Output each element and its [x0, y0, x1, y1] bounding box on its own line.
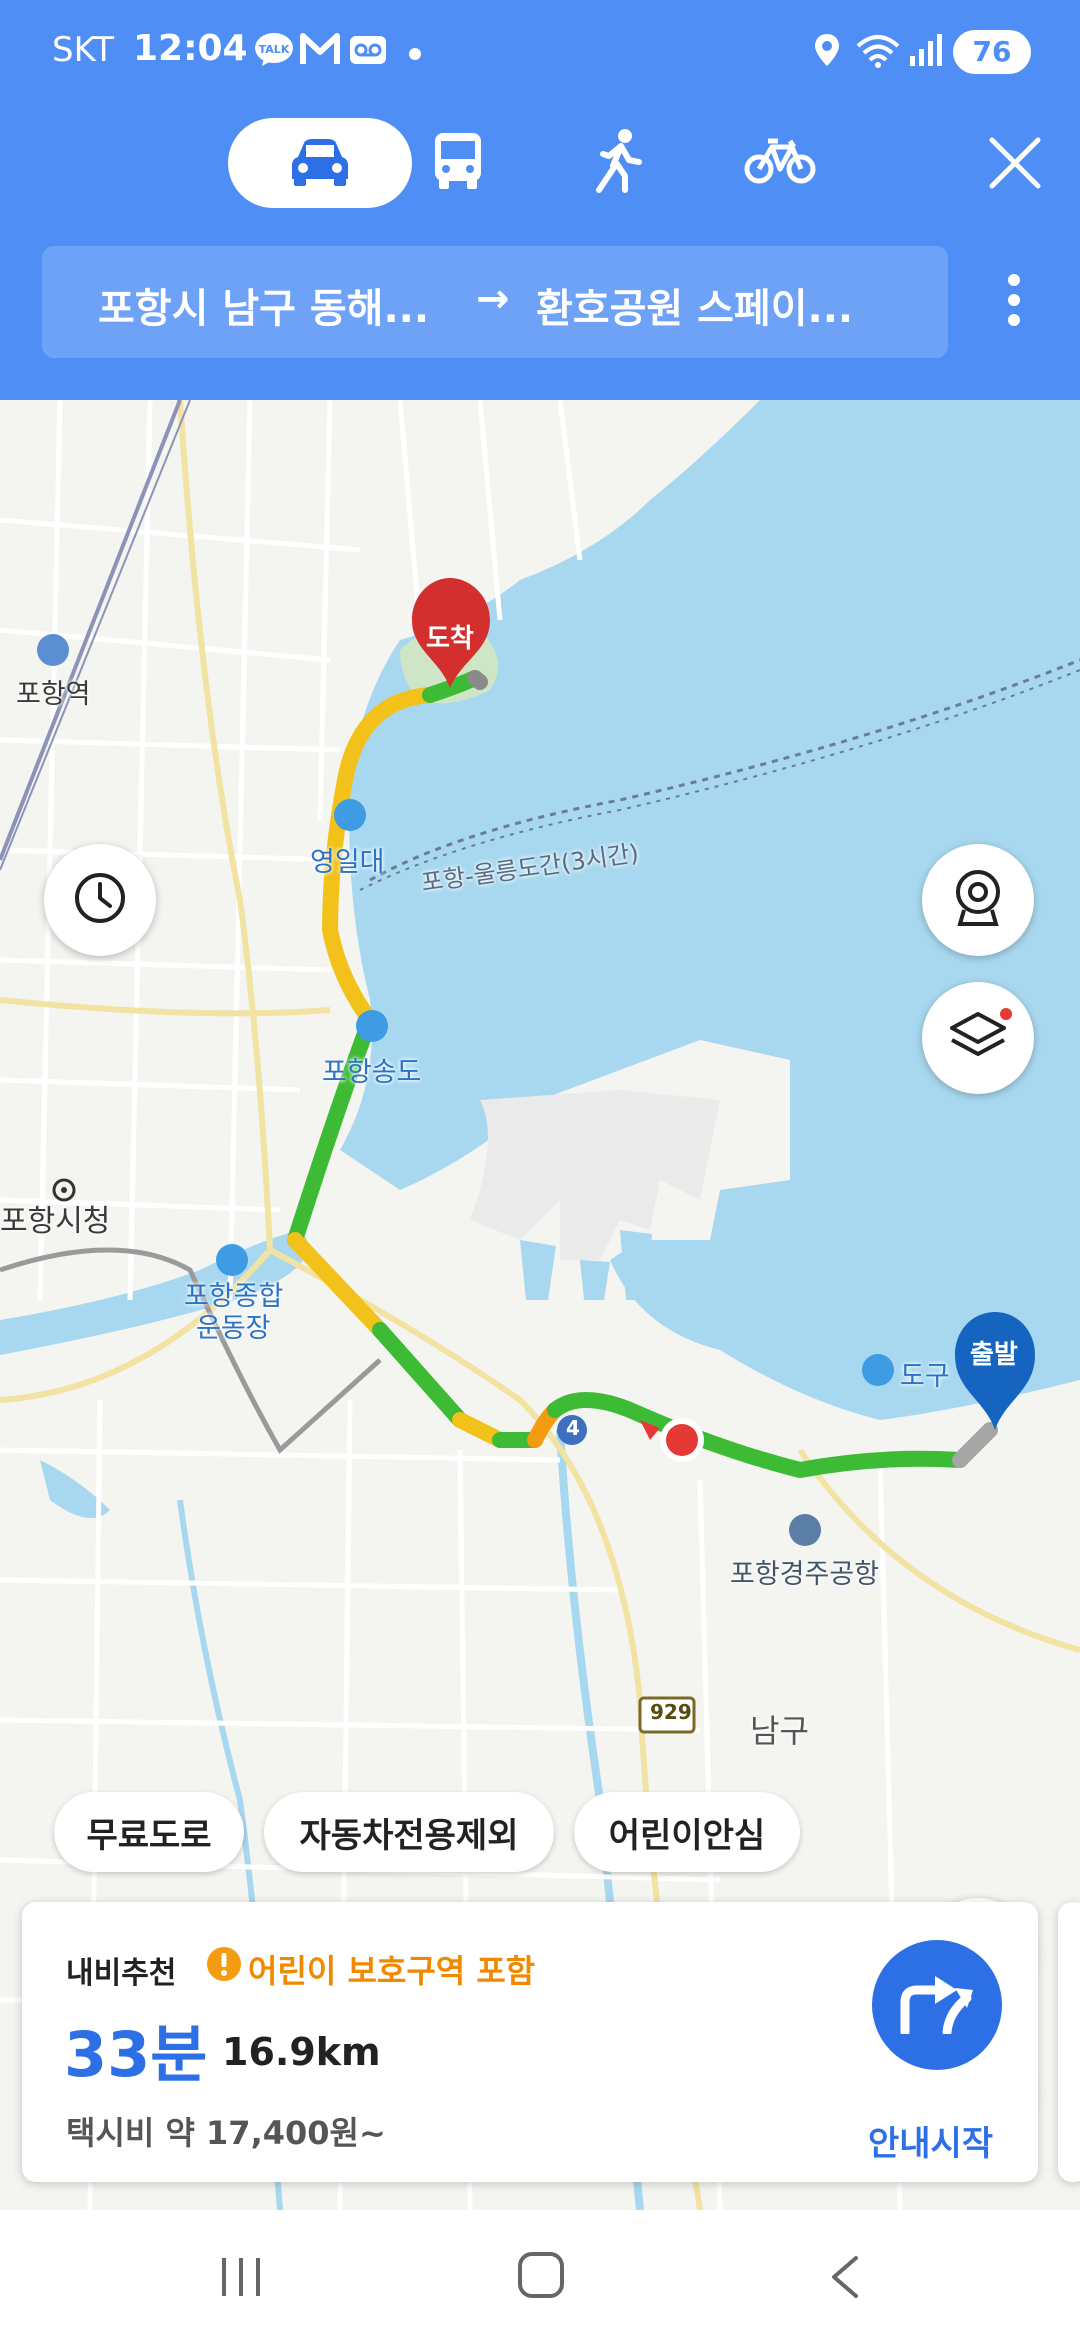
close-button[interactable]: [980, 128, 1050, 198]
bike-icon: [744, 135, 816, 191]
beach-icon-songdo: [356, 1010, 388, 1042]
train-station-icon: [37, 634, 69, 666]
new-badge-dot: [1000, 1008, 1012, 1020]
battery-indicator: 76: [953, 30, 1031, 74]
map-label-dogu[interactable]: 도구: [900, 1354, 950, 1393]
car-icon: [288, 135, 352, 191]
recommend-label: 내비추천: [66, 1956, 177, 1991]
option-chip-exclude-expressway[interactable]: 자동차전용제외: [264, 1792, 554, 1872]
mode-walk-button[interactable]: [555, 118, 685, 208]
map-label-yeongildae[interactable]: 영일대: [310, 840, 385, 879]
cctv-button[interactable]: [922, 844, 1034, 956]
map-label-namgu: 남구: [750, 1712, 809, 1750]
map-label-songdo[interactable]: 포항송도: [322, 1050, 421, 1089]
road-shield-4: 4: [566, 1416, 580, 1440]
map-label-airport[interactable]: 포항경주공항: [730, 1552, 879, 1591]
distance-value: 16.9km: [222, 2030, 381, 2074]
svg-text:TALK: TALK: [259, 43, 290, 56]
mode-bus-button[interactable]: [393, 118, 523, 208]
route-summary-card[interactable]: 내비추천 어린이 보호구역 포함 33분 16.9km 택시비 약 17,400…: [22, 1902, 1038, 2182]
navigation-turn-icon: [899, 1972, 975, 2038]
talk-icon: TALK: [254, 32, 294, 72]
gmail-icon: [300, 32, 340, 72]
layers-button[interactable]: [922, 982, 1034, 1094]
warning-text: 어린이 보호구역 포함: [248, 1952, 536, 1990]
close-icon: [980, 137, 1050, 202]
stadium-icon: [216, 1244, 248, 1276]
beach-icon-dogu: [862, 1354, 894, 1386]
carrier: SKT: [52, 30, 115, 70]
option-chip-child-safe[interactable]: 어린이안심: [574, 1792, 800, 1872]
option-chip-toll-free[interactable]: 무료도로: [54, 1792, 244, 1872]
walk-icon: [595, 128, 645, 198]
wifi-icon: [854, 32, 902, 74]
signal-icon: [908, 32, 944, 74]
origin-marker-label[interactable]: 출발: [970, 1334, 1018, 1371]
app-header: SKT 12:04 TALK 76 포항시 남구 동해... → 환호공원 스페…: [0, 0, 1080, 400]
destination-marker-label[interactable]: 도착: [426, 618, 474, 655]
route-summary-bar[interactable]: 포항시 남구 동해... → 환호공원 스페이...: [42, 246, 948, 358]
system-navigation-bar: [0, 2210, 1080, 2340]
mode-car-button[interactable]: [228, 118, 412, 208]
start-navigation-button[interactable]: [872, 1940, 1002, 2070]
more-options-button[interactable]: [990, 270, 1038, 336]
road-shield-929: 929: [650, 1700, 692, 1724]
taxi-fare: 택시비 약 17,400원~: [66, 2114, 386, 2152]
map-label-city-hall[interactable]: 포항시청: [0, 1196, 110, 1240]
origin-label[interactable]: 포항시 남구 동해...: [98, 276, 429, 334]
airport-icon: [789, 1514, 821, 1546]
duration-value: 33분: [64, 2018, 208, 2091]
start-navigation-label[interactable]: 안내시작: [868, 2116, 993, 2165]
map-label-pohang-station[interactable]: 포항역: [16, 672, 91, 711]
clock-icon: [72, 870, 128, 930]
clock: 12:04: [133, 28, 248, 69]
route-arrow-icon: →: [476, 276, 510, 322]
history-button[interactable]: [44, 844, 156, 956]
status-bar: SKT 12:04 TALK 76: [0, 18, 1080, 88]
recent-apps-icon[interactable]: [216, 2254, 266, 2304]
notification-dot-icon: [408, 46, 422, 65]
map-label-stadium-2[interactable]: 운동장: [196, 1306, 271, 1345]
destination-label[interactable]: 환호공원 스페이...: [536, 276, 853, 334]
warning-icon: [206, 1946, 242, 1986]
cctv-icon: [950, 868, 1006, 932]
location-icon: [812, 32, 842, 74]
home-icon[interactable]: [516, 2250, 566, 2304]
mode-bike-button[interactable]: [715, 118, 845, 208]
more-vertical-icon: [990, 274, 1038, 326]
back-icon[interactable]: [826, 2254, 866, 2304]
next-route-card-edge[interactable]: [1058, 1902, 1080, 2182]
beach-icon-yeongildae: [334, 799, 366, 831]
voicemail-icon: [348, 32, 388, 72]
layers-icon: [948, 1008, 1008, 1068]
bus-icon: [431, 131, 485, 195]
